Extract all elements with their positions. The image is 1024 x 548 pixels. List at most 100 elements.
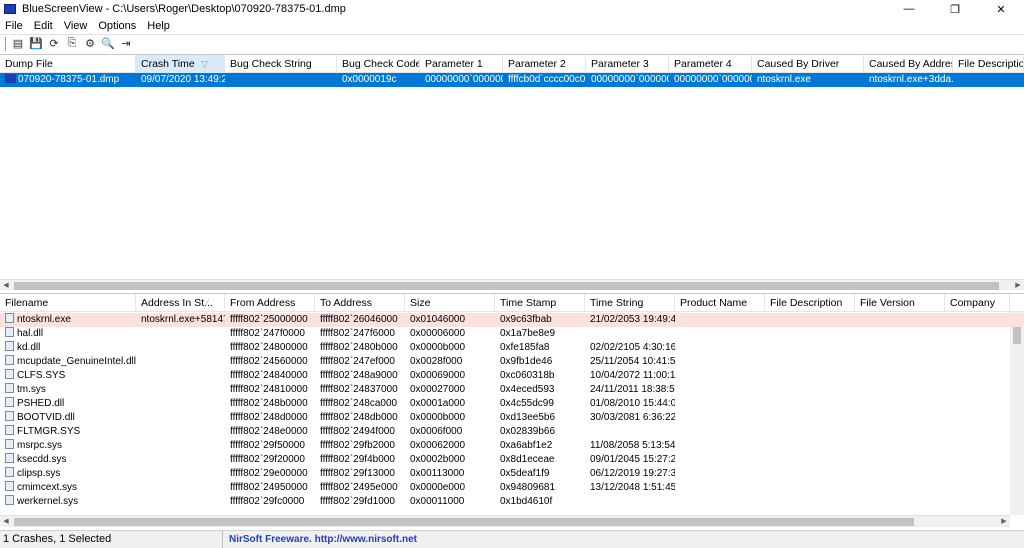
menu-help[interactable]: Help	[142, 20, 176, 32]
cell-text: 0x02839b66	[500, 426, 556, 437]
properties-icon[interactable]: ▤	[10, 37, 26, 51]
advanced-options-icon[interactable]: ⚙	[82, 37, 98, 51]
column-header-address-in-st[interactable]: Address In St... ⁄	[136, 294, 225, 312]
scroll-right-icon[interactable]: ▶	[1012, 280, 1024, 290]
column-header-parameter-2[interactable]: Parameter 2	[503, 55, 586, 73]
maximize-button[interactable]: ❐	[932, 0, 978, 18]
cell: FLTMGR.SYS	[0, 425, 136, 439]
cell-text: fffff802`24840000	[230, 370, 308, 381]
driver-row[interactable]: cmimcext.sys fffff802`24950000 fffff802`24…	[0, 481, 1024, 495]
cell: 0x9c63fbab	[495, 313, 585, 327]
column-header-product-name[interactable]: Product Name	[675, 294, 765, 312]
cell: tm.sys	[0, 383, 136, 397]
column-header-dump-file[interactable]: Dump File	[0, 55, 136, 73]
cell: fffff802`2480b000	[315, 341, 405, 355]
cell: fffff802`24800000	[225, 341, 315, 355]
driver-row[interactable]: msrpc.sys fffff802`29f50000 fffff802`29fb2…	[0, 439, 1024, 453]
crash-row[interactable]: 070920-78375-01.dmp 09/07/2020 13:49:29 0x…	[0, 73, 1024, 87]
column-header-parameter-1[interactable]: Parameter 1	[420, 55, 503, 73]
scroll-thumb[interactable]	[14, 518, 914, 526]
driver-row[interactable]: mcupdate_GenuineIntel.dll fffff802`245600…	[0, 355, 1024, 369]
column-header-from-address[interactable]: From Address	[225, 294, 315, 312]
column-header-size[interactable]: Size	[405, 294, 495, 312]
column-header-caused-by-driver[interactable]: Caused By Driver	[752, 55, 864, 73]
cell-text: 11/08/2058 5:13:54	[590, 440, 675, 451]
cell: fffff802`24950000	[225, 481, 315, 495]
cell-text: fffff802`247f0000	[230, 328, 305, 339]
driver-row[interactable]: FLTMGR.SYS fffff802`248e0000 fffff802`2494…	[0, 425, 1024, 439]
driver-row[interactable]: hal.dll fffff802`247f0000 fffff802`247f600…	[0, 327, 1024, 341]
cell-text: fffff802`29fd1000	[320, 496, 395, 507]
column-header-time-string[interactable]: Time String	[585, 294, 675, 312]
save-icon[interactable]: 💾	[28, 37, 44, 51]
column-header-label: Bug Check Code	[342, 58, 420, 70]
cell-text: fffff802`24810000	[230, 384, 308, 395]
driver-row[interactable]: werkernel.sys fffff802`29fc0000 fffff802`2…	[0, 495, 1024, 509]
column-header-time-stamp[interactable]: Time Stamp	[495, 294, 585, 312]
cell-text: fffff802`25000000	[230, 314, 308, 325]
cell: 0xfe185fa8	[495, 341, 585, 355]
driver-row[interactable]: CLFS.SYS fffff802`24840000 fffff802`248a90…	[0, 369, 1024, 383]
driver-list[interactable]: Filename Address In St... ⁄ From Address To …	[0, 293, 1024, 529]
menu-edit[interactable]: Edit	[29, 20, 59, 32]
column-header-parameter-3[interactable]: Parameter 3	[586, 55, 669, 73]
menu-view[interactable]: View	[59, 20, 94, 32]
column-header-file-description[interactable]: File Description	[765, 294, 855, 312]
scroll-right-icon[interactable]: ▶	[998, 516, 1010, 528]
cell: 0x5deaf1f9	[495, 467, 585, 481]
crash-list-hscrollbar[interactable]: ◀ ▶	[0, 279, 1024, 290]
driver-row[interactable]: PSHED.dll fffff802`248b0000 fffff802`248ca…	[0, 397, 1024, 411]
cell-text: 0x0002b000	[410, 454, 466, 465]
menu-file[interactable]: File	[0, 20, 29, 32]
column-header-bug-check-string[interactable]: Bug Check String	[225, 55, 337, 73]
driver-row[interactable]: ksecdd.sys fffff802`29f20000 fffff802`29f4…	[0, 453, 1024, 467]
scroll-left-icon[interactable]: ◀	[0, 280, 12, 290]
cell-text: 0xa6abf1e2	[500, 440, 553, 451]
column-header-parameter-4[interactable]: Parameter 4	[669, 55, 752, 73]
menu-options[interactable]: Options	[93, 20, 142, 32]
column-header-bug-check-code[interactable]: Bug Check Code	[337, 55, 420, 73]
cell: 0xd13ee5b6	[495, 411, 585, 425]
cell-text: 0x1a7be8e9	[500, 328, 556, 339]
minimize-button[interactable]: —	[886, 0, 932, 18]
cell: fffff802`24837000	[315, 383, 405, 397]
nirsoft-link[interactable]: NirSoft Freeware. http://www.nirsoft.net	[229, 531, 417, 548]
column-header-label: Parameter 4	[674, 58, 732, 70]
cell: 24/11/2011 18:38:59	[585, 383, 675, 397]
driver-row[interactable]: tm.sys fffff802`24810000 fffff802`24837000…	[0, 383, 1024, 397]
cell-text: 0x9c63fbab	[500, 314, 552, 325]
cell: fffff802`247f6000	[315, 327, 405, 341]
scroll-thumb[interactable]	[14, 282, 999, 290]
dump-file-icon	[5, 74, 16, 83]
cell: 0x00062000	[405, 439, 495, 453]
cell: 00000000`000000...	[586, 73, 669, 87]
refresh-icon[interactable]: ⟳	[46, 37, 62, 51]
cell-text: fffff802`29f13000	[320, 468, 395, 479]
cell-text: BOOTVID.dll	[17, 412, 75, 423]
scroll-left-icon[interactable]: ◀	[0, 516, 12, 528]
column-header-caused-by-address[interactable]: Caused By Address	[864, 55, 953, 73]
column-header-crash-time[interactable]: Crash Time ▽	[136, 55, 225, 73]
find-icon[interactable]: 🔍	[100, 37, 116, 51]
column-header-file-description[interactable]: File Description	[953, 55, 1024, 73]
column-header-filename[interactable]: Filename	[0, 294, 136, 312]
cell-text: 13/12/2048 1:51:45	[590, 482, 675, 493]
driver-row[interactable]: BOOTVID.dll fffff802`248d0000 fffff802`248…	[0, 411, 1024, 425]
cell-text: 0x4eced593	[500, 384, 555, 395]
window-title: BlueScreenView - C:\Users\Roger\Desktop\…	[22, 3, 346, 15]
column-header-company[interactable]: Company	[945, 294, 1010, 312]
column-header-to-address[interactable]: To Address	[315, 294, 405, 312]
cell-text: 30/03/2081 6:36:22	[590, 412, 675, 423]
driver-row[interactable]: ntoskrnl.exe ntoskrnl.exe+58147e fffff802`…	[0, 313, 1024, 327]
cell-text: fffff802`248d0000	[230, 412, 308, 423]
copy-icon[interactable]: ⎘	[64, 37, 80, 51]
driver-row[interactable]: clipsp.sys fffff802`29e00000 fffff802`29f1…	[0, 467, 1024, 481]
column-header-file-version[interactable]: File Version	[855, 294, 945, 312]
cell-text: werkernel.sys	[17, 496, 79, 507]
close-button[interactable]: ✕	[978, 0, 1024, 18]
driver-list-hscrollbar[interactable]: ◀ ▶	[0, 515, 1010, 527]
exit-icon[interactable]: ⇥	[118, 37, 134, 51]
driver-row[interactable]: kd.dll fffff802`24800000 fffff802`2480b000…	[0, 341, 1024, 355]
crash-list[interactable]: Dump File Crash Time ▽ Bug Check String Bug …	[0, 54, 1024, 290]
file-icon	[5, 397, 14, 407]
